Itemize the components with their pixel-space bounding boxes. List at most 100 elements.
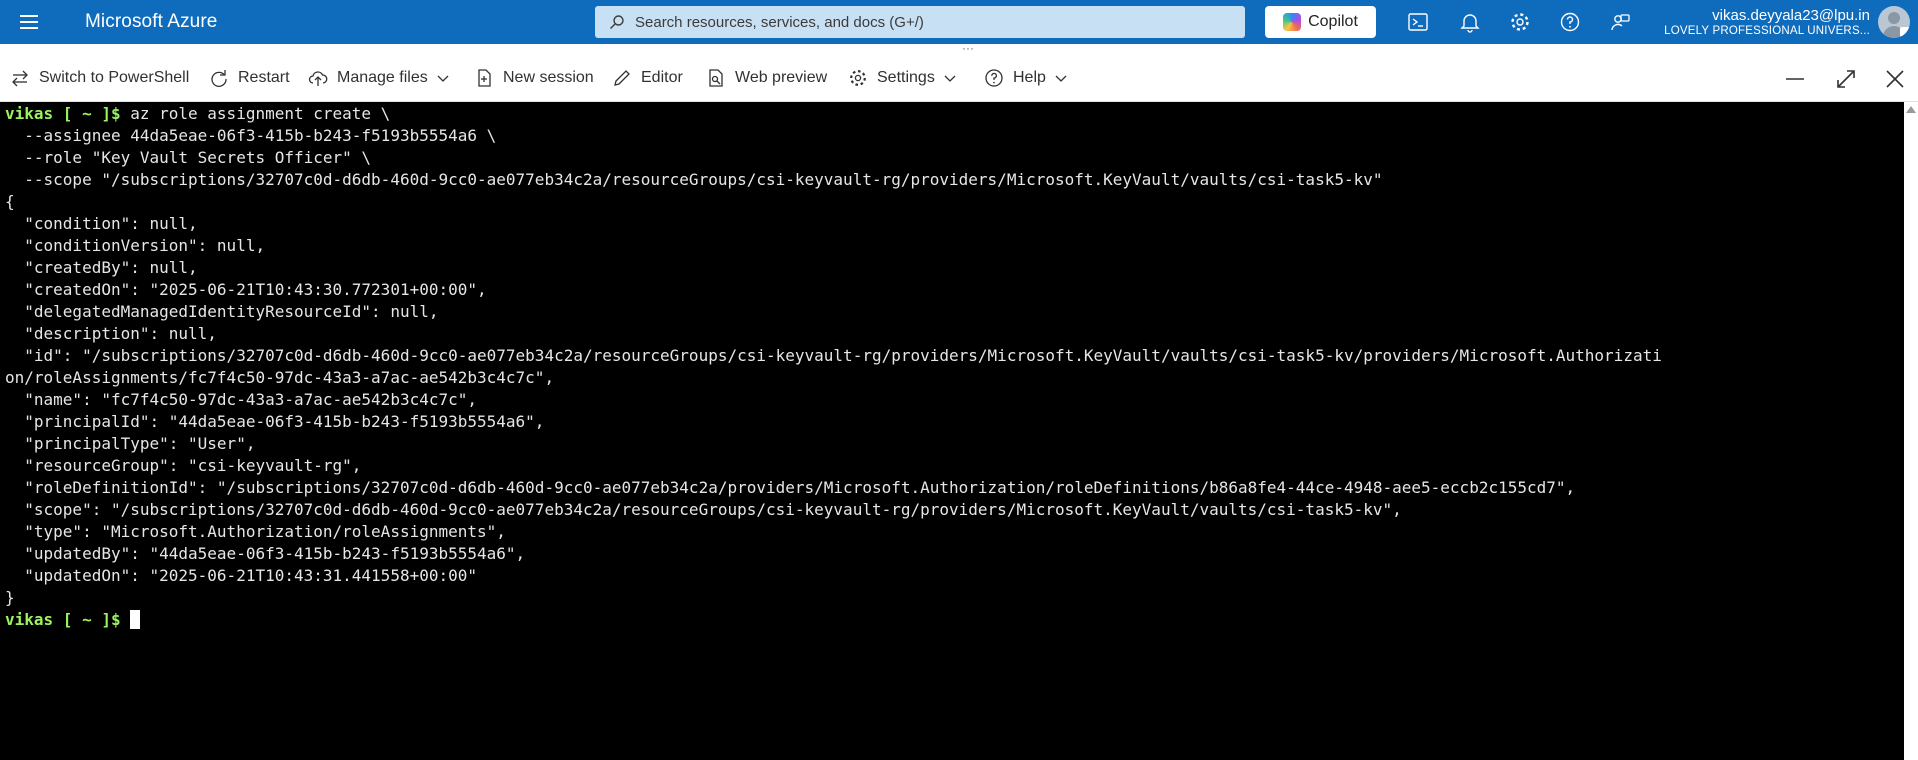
copilot-button[interactable]: Copilot [1265, 6, 1376, 38]
help-icon[interactable] [1559, 11, 1581, 33]
cloud-upload-icon [308, 71, 328, 86]
help-menu-button[interactable]: Help [984, 54, 1067, 102]
editor-button[interactable]: Editor [612, 54, 683, 102]
switch-icon [12, 70, 28, 87]
restart-button[interactable]: Restart [209, 54, 290, 102]
terminal-text: "id": "/subscriptions/32707c0d-d6db-460d… [5, 346, 1662, 365]
terminal-text: "principalType": "User", [5, 434, 256, 453]
terminal-text: "conditionVersion": null, [5, 236, 266, 255]
terminal-text: "delegatedManagedIdentityResourceId": nu… [5, 302, 439, 321]
settings-button[interactable]: Settings [848, 54, 956, 102]
manage-files-button[interactable]: Manage files [308, 54, 449, 102]
terminal-text: "name": "fc7f4c50-97dc-43a3-a7ac-ae542b3… [5, 390, 478, 409]
terminal-line: { [5, 191, 1904, 213]
terminal-line: "description": null, [5, 323, 1904, 345]
terminal-line: "id": "/subscriptions/32707c0d-d6db-460d… [5, 345, 1904, 367]
terminal-text: --role "Key Vault Secrets Officer" \ [5, 148, 372, 167]
resize-grip-icon[interactable]: ··· [962, 42, 974, 54]
terminal-line: "type": "Microsoft.Authorization/roleAss… [5, 521, 1904, 543]
minimize-icon[interactable] [1784, 68, 1806, 90]
new-session-icon [478, 69, 491, 87]
terminal-line: "resourceGroup": "csi-keyvault-rg", [5, 455, 1904, 477]
settings-label: Settings [877, 69, 935, 86]
terminal-text: az role assignment create \ [120, 104, 391, 123]
terminal-line: --scope "/subscriptions/32707c0d-d6db-46… [5, 169, 1904, 191]
notifications-icon[interactable] [1459, 11, 1481, 33]
new-session-label: New session [503, 69, 594, 86]
terminal-output[interactable]: vikas [ ~ ]$ az role assignment create \… [0, 102, 1904, 760]
terminal-line: on/roleAssignments/fc7f4c50-97dc-43a3-a7… [5, 367, 1904, 389]
terminal-text: "description": null, [5, 324, 217, 343]
feedback-icon[interactable] [1609, 11, 1631, 33]
brand-title[interactable]: Microsoft Azure [85, 11, 605, 33]
terminal-text: "condition": null, [5, 214, 198, 233]
shell-prompt: vikas [ ~ ]$ [5, 104, 121, 123]
web-preview-label: Web preview [735, 69, 828, 86]
terminal-line: } [5, 587, 1904, 609]
terminal-text: "createdBy": null, [5, 258, 198, 277]
maximize-icon[interactable] [1835, 68, 1857, 90]
terminal-text: on/roleAssignments/fc7f4c50-97dc-43a3-a7… [5, 368, 555, 387]
restart-icon [211, 70, 227, 87]
menu-icon[interactable] [20, 0, 50, 44]
terminal-line: "name": "fc7f4c50-97dc-43a3-a7ac-ae542b3… [5, 389, 1904, 411]
terminal-text: "resourceGroup": "csi-keyvault-rg", [5, 456, 362, 475]
web-preview-button[interactable]: Web preview [706, 54, 827, 102]
terminal-line: "createdOn": "2025-06-21T10:43:30.772301… [5, 279, 1904, 301]
terminal-text: { [5, 192, 15, 211]
close-icon[interactable] [1884, 68, 1906, 90]
switch-label: Switch to PowerShell [39, 69, 190, 86]
terminal-line: --assignee 44da5eae-06f3-415b-b243-f5193… [5, 125, 1904, 147]
azure-top-bar: Microsoft Azure Search resources, servic… [0, 0, 1918, 44]
scroll-up-icon[interactable] [1906, 106, 1916, 113]
restart-label: Restart [238, 69, 290, 86]
terminal-text: "type": "Microsoft.Authorization/roleAss… [5, 522, 506, 541]
terminal-text: --assignee 44da5eae-06f3-415b-b243-f5193… [5, 126, 497, 145]
terminal-text: "updatedOn": "2025-06-21T10:43:31.441558… [5, 566, 478, 585]
terminal-line: "condition": null, [5, 213, 1904, 235]
terminal-text: "scope": "/subscriptions/32707c0d-d6db-4… [5, 500, 1402, 519]
terminal-line: "updatedOn": "2025-06-21T10:43:31.441558… [5, 565, 1904, 587]
account-info[interactable]: vikas.deyyala23@lpu.in LOVELY PROFESSION… [1640, 7, 1870, 37]
copilot-label: Copilot [1308, 13, 1358, 30]
terminal-scrollbar[interactable] [1904, 102, 1918, 760]
help-label: Help [1013, 69, 1046, 86]
terminal-cursor [130, 610, 141, 629]
shell-prompt: vikas [ ~ ]$ [5, 610, 121, 629]
search-input[interactable]: Search resources, services, and docs (G+… [595, 6, 1245, 38]
gear-icon [850, 70, 866, 86]
avatar[interactable] [1878, 6, 1910, 38]
terminal-line: --role "Key Vault Secrets Officer" \ [5, 147, 1904, 169]
terminal-line: "updatedBy": "44da5eae-06f3-415b-b243-f5… [5, 543, 1904, 565]
terminal-line: "principalType": "User", [5, 433, 1904, 455]
manage-files-label: Manage files [337, 69, 428, 86]
avatar-head [1888, 12, 1900, 24]
terminal-text: --scope "/subscriptions/32707c0d-d6db-46… [5, 170, 1383, 189]
chevron-down-icon [437, 75, 449, 82]
terminal-text: "createdOn": "2025-06-21T10:43:30.772301… [5, 280, 487, 299]
chevron-down-icon [944, 75, 956, 82]
new-session-button[interactable]: New session [474, 54, 594, 102]
help-icon [985, 69, 1003, 87]
terminal-text: } [5, 588, 15, 607]
terminal-line: "roleDefinitionId": "/subscriptions/3270… [5, 477, 1904, 499]
terminal-line: "scope": "/subscriptions/32707c0d-d6db-4… [5, 499, 1904, 521]
search-icon [610, 15, 624, 30]
panel-resize-strip [0, 44, 1918, 54]
terminal-line: "createdBy": null, [5, 257, 1904, 279]
account-email: vikas.deyyala23@lpu.in [1712, 7, 1870, 24]
terminal-line: "conditionVersion": null, [5, 235, 1904, 257]
settings-icon[interactable] [1509, 11, 1531, 33]
terminal-line: vikas [ ~ ]$ az role assignment create \ [5, 103, 1904, 125]
switch-to-powershell-button[interactable]: Switch to PowerShell [10, 54, 189, 102]
editor-label: Editor [641, 69, 683, 86]
cloud-shell-icon[interactable] [1407, 11, 1429, 33]
terminal-line: "delegatedManagedIdentityResourceId": nu… [5, 301, 1904, 323]
terminal-text: "roleDefinitionId": "/subscriptions/3270… [5, 478, 1576, 497]
cloud-shell-toolbar: Switch to PowerShell Restart Manage file… [0, 54, 1918, 102]
search-placeholder: Search resources, services, and docs (G+… [635, 13, 924, 31]
terminal-text: "updatedBy": "44da5eae-06f3-415b-b243-f5… [5, 544, 526, 563]
terminal-line: "principalId": "44da5eae-06f3-415b-b243-… [5, 411, 1904, 433]
web-preview-icon [709, 69, 723, 87]
